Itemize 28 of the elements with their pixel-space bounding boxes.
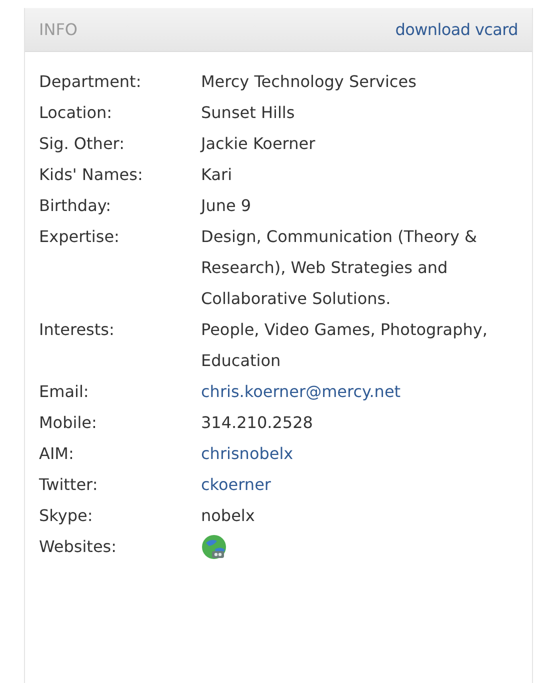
field-link[interactable]: chris.koerner@mercy.net <box>201 376 401 407</box>
field-label: Skype: <box>39 505 94 527</box>
field-label: Twitter: <box>39 474 99 496</box>
field-value: Sunset Hills <box>201 102 296 124</box>
field-label: Department: <box>39 71 142 93</box>
field-label: Email: <box>39 381 90 403</box>
field-value: 314.210.2528 <box>201 412 314 434</box>
field-label: Mobile: <box>39 412 98 434</box>
field-value: June 9 <box>201 195 252 217</box>
globe-icon[interactable] <box>201 534 227 560</box>
download-vcard-link[interactable]: download vcard <box>395 18 518 42</box>
field-value: Kari <box>201 164 234 186</box>
field-link[interactable]: chrisnobelx <box>201 438 294 469</box>
field-label: Websites: <box>39 536 118 558</box>
field-label: Interests: <box>39 319 116 341</box>
field-value: Mercy Technology Services <box>201 71 418 93</box>
field-label: Kids' Names: <box>39 164 144 186</box>
field-label: Location: <box>39 102 114 124</box>
field-label: Expertise: <box>39 226 120 248</box>
field-value: People, Video Games, Photography, Education <box>201 319 488 372</box>
field-link[interactable]: ckoerner <box>201 469 271 500</box>
field-label: AIM: <box>39 443 75 465</box>
field-value: Jackie Koerner <box>201 133 316 155</box>
field-value: Design, Communication (Theory & Research), Web Strategies and Collaborative Solutions. <box>201 226 478 310</box>
field-label: Birthday: <box>39 195 112 217</box>
field-label: Sig. Other: <box>39 133 126 155</box>
section-title: INFO <box>39 18 78 40</box>
field-value: nobelx <box>201 505 256 527</box>
